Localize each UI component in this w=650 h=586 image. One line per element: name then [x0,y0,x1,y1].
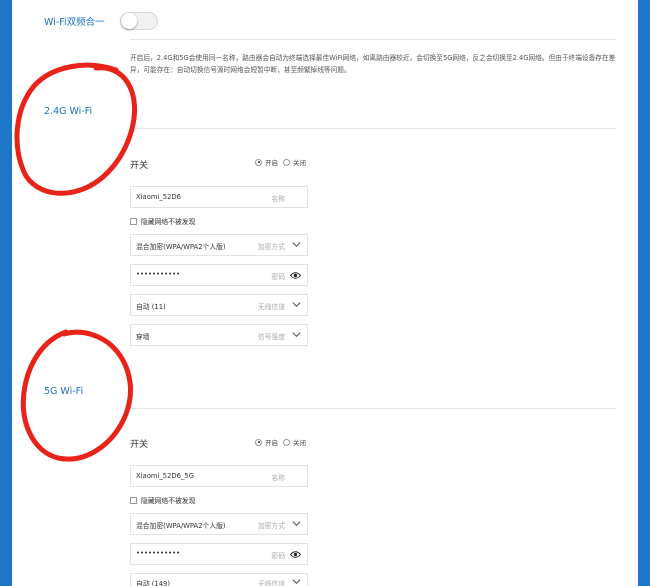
divider [130,128,616,129]
radio-group-5g: 开启 关闭 [255,437,306,447]
radio-off-5g[interactable] [283,438,290,446]
channel-hint: 无线信道 [257,303,285,311]
encryption-hint: 加密方式 [257,243,285,251]
password-hint: 密码 [271,552,285,560]
section-title-5g: 5G Wi-Fi [44,386,84,397]
ssid-value: Xiaomi_52D6 [136,193,181,201]
hide-network-row-24g[interactable]: 隐藏网络不被发现 [130,216,195,226]
dual-band-label: Wi-Fi双频合一 [44,17,105,28]
password-hint: 密码 [271,273,285,281]
radio-on-label: 开启 [265,159,278,167]
dual-band-toggle[interactable] [120,12,158,30]
channel-select-5g[interactable]: 自动 (149) 无线信道 [130,573,308,586]
toggle-knob [121,13,137,29]
channel-hint: 无线信道 [257,580,285,586]
chevron-down-icon [292,332,301,338]
radio-on-5g[interactable] [255,438,262,446]
dual-band-description: 开启后，2.4G和5G会使用同一名称，路由器会自动为终端选择最佳WiFi网络，如… [130,54,616,74]
radio-off-24g[interactable] [283,158,290,166]
ssid-hint: 名称 [271,474,285,482]
strength-hint: 信号强度 [257,333,285,341]
hide-network-row-5g[interactable]: 隐藏网络不被发现 [130,495,195,505]
ssid-hint: 名称 [271,195,285,203]
chevron-down-icon [292,521,301,527]
section-title-24g: 2.4G Wi-Fi [44,106,93,117]
encryption-value: 混合加密(WPA/WPA2个人版) [136,522,226,530]
hide-network-label: 隐藏网络不被发现 [141,497,196,505]
chevron-down-icon [292,242,301,248]
channel-select-24g[interactable]: 自动 (11) 无线信道 [130,294,308,316]
channel-value: 自动 (149) [136,580,171,586]
ssid-field-24g[interactable]: Xiaomi_52D6 名称 [130,186,308,208]
divider [130,408,616,409]
channel-value: 自动 (11) [136,303,166,311]
password-value: ••••••••••• [136,549,181,557]
checkbox-icon[interactable] [130,217,137,225]
hide-network-label: 隐藏网络不被发现 [141,218,196,226]
radio-off-label: 关闭 [293,159,306,167]
password-field-5g[interactable]: ••••••••••• 密码 [130,543,308,565]
chevron-down-icon [292,579,301,585]
ssid-field-5g[interactable]: Xiaomi_52D6_5G 名称 [130,465,308,487]
checkbox-icon[interactable] [130,496,137,504]
password-field-24g[interactable]: ••••••••••• 密码 [130,264,308,286]
strength-select-24g[interactable]: 穿墙 信号强度 [130,324,308,346]
divider [130,39,616,40]
strength-value: 穿墙 [136,333,150,341]
password-value: ••••••••••• [136,270,181,278]
encryption-select-5g[interactable]: 混合加密(WPA/WPA2个人版) 加密方式 [130,513,308,535]
switch-label-5g: 开关 [130,440,149,450]
eye-icon[interactable] [290,271,301,280]
ssid-value: Xiaomi_52D6_5G [136,472,194,480]
radio-on-label: 开启 [265,439,278,447]
encryption-hint: 加密方式 [257,522,285,530]
encryption-select-24g[interactable]: 混合加密(WPA/WPA2个人版) 加密方式 [130,234,308,256]
radio-off-label: 关闭 [293,439,306,447]
eye-icon[interactable] [290,550,301,559]
settings-page: Wi-Fi双频合一 开启后，2.4G和5G会使用同一名称，路由器会自动为终端选择… [12,0,638,586]
encryption-value: 混合加密(WPA/WPA2个人版) [136,243,226,251]
radio-on-24g[interactable] [255,158,262,166]
radio-group-24g: 开启 关闭 [255,157,306,167]
switch-label-24g: 开关 [130,161,149,171]
chevron-down-icon [292,302,301,308]
